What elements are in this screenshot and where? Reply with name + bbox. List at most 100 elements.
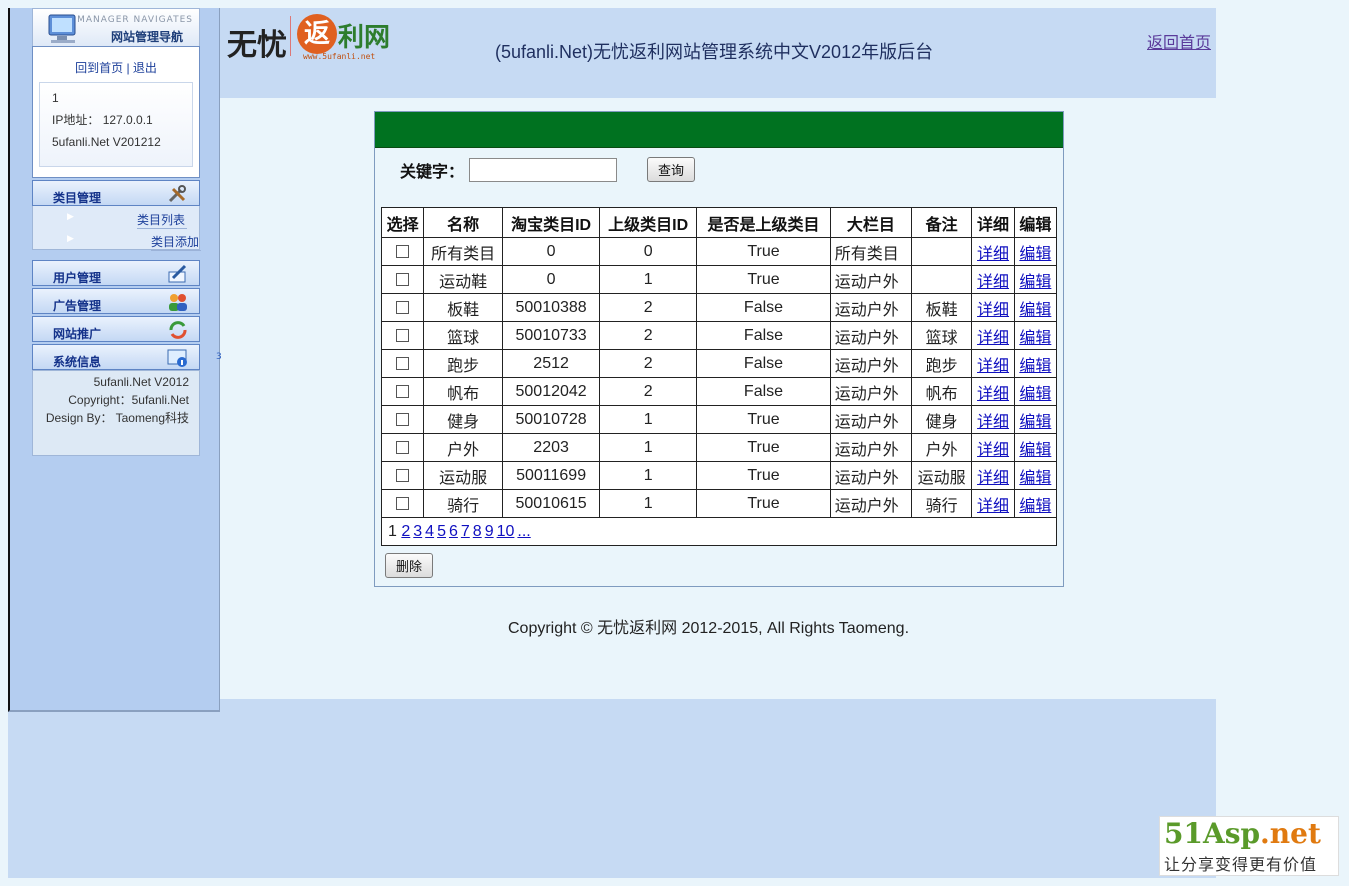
- logout-link[interactable]: 退出: [133, 61, 157, 75]
- row-checkbox[interactable]: [396, 244, 410, 258]
- cell-column: 运动户外: [829, 461, 912, 490]
- col-detail: 详细: [971, 207, 1015, 238]
- cell-column: 运动户外: [829, 265, 912, 294]
- edit-link[interactable]: 编辑: [1019, 498, 1051, 515]
- cell-note: 骑行: [910, 489, 973, 518]
- col-is-parent: 是否是上级类目: [696, 207, 831, 238]
- edit-link[interactable]: 编辑: [1019, 246, 1051, 263]
- detail-link[interactable]: 详细: [977, 302, 1009, 319]
- detail-link[interactable]: 详细: [977, 274, 1009, 291]
- row-checkbox[interactable]: [396, 300, 410, 314]
- row-checkbox[interactable]: [396, 468, 410, 482]
- detail-link[interactable]: 详细: [977, 470, 1009, 487]
- cell-select: [380, 489, 425, 518]
- pager-link[interactable]: 7: [461, 523, 470, 540]
- pager-link[interactable]: 3: [413, 523, 422, 540]
- row-checkbox[interactable]: [396, 328, 410, 342]
- submenu-category-list[interactable]: ▶ 类目列表: [67, 211, 187, 229]
- pager-link[interactable]: 10: [497, 523, 515, 540]
- detail-link[interactable]: 详细: [977, 358, 1009, 375]
- nav-title-cn: 网站管理导航: [110, 30, 183, 44]
- edit-link[interactable]: 编辑: [1019, 358, 1051, 375]
- cell-name: 骑行: [423, 489, 504, 518]
- edit-link[interactable]: 编辑: [1019, 414, 1051, 431]
- category-submenu: ▶ 类目列表 ▶ 类目添加: [32, 206, 201, 251]
- cell-is-parent: True: [696, 489, 831, 518]
- cell-is-parent: False: [696, 321, 831, 350]
- cell-note: 健身: [910, 405, 973, 434]
- row-checkbox[interactable]: [396, 356, 410, 370]
- cell-edit: 编辑: [1013, 433, 1058, 462]
- cell-is-parent: True: [696, 265, 831, 294]
- menu-user-management[interactable]: 用户管理: [32, 260, 200, 286]
- delete-button[interactable]: 删除: [385, 553, 433, 578]
- detail-link[interactable]: 详细: [977, 386, 1009, 403]
- cell-column: 所有类目: [829, 237, 912, 266]
- home-link[interactable]: 回到首页: [75, 61, 123, 75]
- col-column: 大栏目: [829, 207, 912, 238]
- col-edit: 编辑: [1013, 207, 1058, 238]
- pager-link[interactable]: 4: [425, 523, 434, 540]
- watermark-brand: 51Asp.net: [1164, 817, 1321, 850]
- pager-link[interactable]: 8: [473, 523, 482, 540]
- pager-link[interactable]: 2: [401, 523, 410, 540]
- logo-url: www.5ufanli.net: [303, 52, 376, 61]
- menu-ad-management[interactable]: 广告管理: [32, 288, 200, 314]
- edit-link[interactable]: 编辑: [1019, 302, 1051, 319]
- detail-link[interactable]: 详细: [977, 330, 1009, 347]
- table-row: 运动鞋 0 1 True 运动户外 详细 编辑: [380, 265, 1058, 294]
- table-row: 跑步 2512 2 False 运动户外 跑步 详细 编辑: [380, 349, 1058, 378]
- cell-edit: 编辑: [1013, 237, 1058, 266]
- detail-link[interactable]: 详细: [977, 414, 1009, 431]
- arrow-right-icon: ▶: [67, 233, 74, 243]
- cell-is-parent: True: [696, 237, 831, 266]
- cell-parent-id: 2: [599, 293, 698, 322]
- row-checkbox[interactable]: [396, 496, 410, 510]
- edit-link[interactable]: 编辑: [1019, 442, 1051, 459]
- cell-edit: 编辑: [1013, 377, 1058, 406]
- cell-is-parent: True: [696, 405, 831, 434]
- detail-link[interactable]: 详细: [977, 442, 1009, 459]
- pager-link[interactable]: 6: [449, 523, 458, 540]
- edit-link[interactable]: 编辑: [1019, 330, 1051, 347]
- cell-parent-id: 1: [599, 265, 698, 294]
- back-home-link[interactable]: 返回首页: [1147, 29, 1211, 53]
- edit-link[interactable]: 编辑: [1019, 470, 1051, 487]
- cell-detail: 详细: [971, 293, 1015, 322]
- edit-link[interactable]: 编辑: [1019, 386, 1051, 403]
- cell-detail: 详细: [971, 349, 1015, 378]
- cell-name: 运动服: [423, 461, 504, 490]
- menu-site-promotion[interactable]: 网站推广: [32, 316, 200, 342]
- copyright: Copyright © 无忧返利网 2012-2015, All Rights …: [508, 620, 910, 637]
- nav-header: MANAGER NAVIGATES 网站管理导航: [32, 8, 200, 46]
- menu-label: 用户管理: [53, 271, 102, 285]
- pager-link[interactable]: 5: [437, 523, 446, 540]
- search-button[interactable]: 查询: [647, 157, 695, 182]
- site-logo: 无忧 返 利网 www.5ufanli.net: [227, 14, 397, 64]
- cell-is-parent: True: [696, 461, 831, 490]
- pager-link-more[interactable]: ...: [517, 523, 530, 540]
- row-checkbox[interactable]: [396, 440, 410, 454]
- row-checkbox[interactable]: [396, 384, 410, 398]
- cell-name: 运动鞋: [423, 265, 504, 294]
- row-checkbox[interactable]: [396, 412, 410, 426]
- users-icon: [169, 294, 187, 311]
- cell-select: [380, 405, 425, 434]
- submenu-category-add[interactable]: ▶ 类目添加: [67, 233, 201, 251]
- cell-select: [380, 265, 425, 294]
- edit-link[interactable]: 编辑: [1019, 274, 1051, 291]
- pager-link[interactable]: 9: [485, 523, 494, 540]
- cell-detail: 详细: [971, 433, 1015, 462]
- cell-column: 运动户外: [829, 489, 912, 518]
- detail-link[interactable]: 详细: [977, 498, 1009, 515]
- menu-system-info[interactable]: 系统信息: [32, 344, 200, 370]
- detail-link[interactable]: 详细: [977, 246, 1009, 263]
- cell-note: 板鞋: [910, 293, 973, 322]
- cell-name: 板鞋: [423, 293, 504, 322]
- search-input[interactable]: [469, 158, 617, 182]
- cell-select: [380, 321, 425, 350]
- menu-category-management[interactable]: 类目管理: [32, 180, 200, 206]
- row-checkbox[interactable]: [396, 272, 410, 286]
- cell-parent-id: 2: [599, 377, 698, 406]
- tools-icon: [168, 185, 186, 203]
